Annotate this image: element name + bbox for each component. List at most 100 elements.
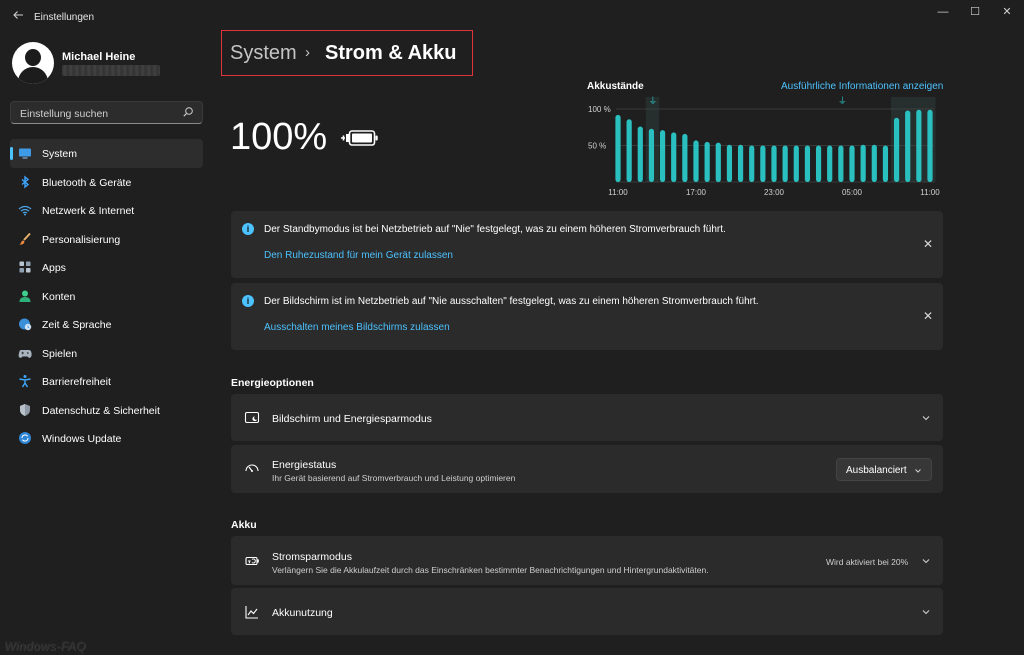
dropdown-value: Ausbalanciert [846, 465, 907, 476]
y-tick-label: 100 % [588, 105, 611, 114]
row-subtitle: Ihr Gerät basierend auf Stromverbrauch u… [272, 473, 516, 483]
row-subtitle: Verlängern Sie die Akkulaufzeit durch da… [272, 565, 709, 575]
sidebar-item-label: Personalisierung [42, 233, 121, 246]
active-indicator [10, 147, 13, 160]
chevron-down-icon[interactable] [921, 607, 931, 617]
chart-bar [849, 145, 855, 182]
sidebar-item-privacy-security[interactable]: Datenschutz & Sicherheit [10, 396, 203, 425]
chart-title: Akkustände [587, 81, 644, 92]
breadcrumb-parent[interactable]: System [230, 42, 297, 65]
chart-bar [782, 145, 788, 182]
maximize-button[interactable]: ☐ [960, 4, 990, 20]
globe-clock-icon [19, 318, 32, 331]
screen-sleep-icon [244, 411, 260, 424]
breadcrumb-separator: › [305, 44, 310, 61]
chart-bar [726, 144, 733, 182]
close-icon[interactable]: ✕ [922, 238, 934, 250]
chart-bar [871, 144, 877, 182]
sidebar-item-bluetooth[interactable]: Bluetooth & Geräte [10, 168, 203, 197]
power-mode-row: Energiestatus Ihr Gerät basierend auf St… [231, 445, 943, 493]
apps-icon [19, 261, 31, 273]
chart-bar [682, 133, 688, 182]
section-heading-energy: Energieoptionen [231, 377, 314, 389]
chevron-down-icon[interactable] [921, 556, 931, 566]
row-title: Akkunutzung [272, 607, 333, 619]
person-icon [19, 290, 31, 302]
chart-bar [771, 145, 777, 182]
minimize-button[interactable]: — [928, 4, 958, 20]
page-title: Strom & Akku [325, 42, 457, 64]
gamepad-icon [18, 349, 32, 358]
chart-bar [615, 114, 621, 182]
chevron-down-icon[interactable] [921, 413, 931, 423]
monitor-icon [19, 148, 31, 159]
sidebar-item-label: Apps [42, 262, 66, 274]
sidebar-item-label: Zeit & Sprache [42, 319, 112, 331]
battery-percent: 100% [230, 116, 328, 158]
sidebar-item-label: Datenschutz & Sicherheit [42, 404, 160, 417]
charging-plug-icon: ⏚ [648, 96, 657, 107]
sidebar-item-personalization[interactable]: Personalisierung [10, 225, 203, 254]
battery-level-chart: 100 % 50 % ⏚ ⏚ 11:00 17:00 23:00 05:00 11:00 [588, 96, 940, 197]
chart-bar [927, 109, 933, 182]
sidebar-item-label: System [42, 148, 78, 160]
chart-bar [659, 130, 666, 182]
chart-bar [905, 110, 911, 182]
search-box[interactable]: Einstellung suchen [10, 101, 203, 124]
notice-card-display: i Der Bildschirm ist im Netzbetrieb auf … [231, 283, 943, 350]
avatar[interactable] [12, 42, 54, 84]
row-title: Bildschirm und Energiesparmodus [272, 413, 432, 425]
screen-sleep-row[interactable]: Bildschirm und Energiesparmodus [231, 394, 943, 441]
chart-bar [804, 145, 811, 182]
battery-saver-row[interactable]: Stromsparmodus Verlängern Sie die Akkula… [231, 536, 943, 585]
profile-email-redacted [62, 65, 160, 76]
notice-text: Der Standbymodus ist bei Netzbetrieb auf… [264, 224, 726, 235]
accessibility-icon [19, 375, 31, 388]
chart-bar [749, 145, 755, 182]
chart-bar [882, 145, 889, 182]
gauge-icon [245, 464, 259, 472]
brush-icon [19, 232, 31, 245]
notice-link[interactable]: Ausschalten meines Bildschirms zulassen [264, 322, 450, 333]
search-input[interactable]: Einstellung suchen [20, 108, 108, 120]
search-icon[interactable] [182, 106, 194, 118]
close-window-button[interactable]: ✕ [992, 4, 1022, 20]
chart-bar [916, 109, 922, 182]
power-mode-dropdown[interactable]: Ausbalanciert [836, 458, 932, 481]
notice-link[interactable]: Den Ruhezustand für mein Gerät zulassen [264, 250, 453, 261]
close-icon[interactable]: ✕ [922, 310, 934, 322]
x-tick-label: 17:00 [686, 188, 707, 197]
chart-bar [693, 140, 699, 182]
usage-chart-icon [245, 606, 258, 619]
sidebar-item-label: Netzwerk & Internet [42, 205, 135, 217]
battery-usage-row[interactable]: Akkunutzung [231, 588, 943, 635]
bluetooth-icon [21, 175, 30, 188]
back-arrow-icon[interactable] [8, 8, 28, 26]
sidebar-item-accounts[interactable]: Konten [10, 282, 203, 311]
sidebar-item-accessibility[interactable]: Barrierefreiheit [10, 367, 203, 396]
chart-bar [737, 144, 744, 182]
sidebar-nav: System Bluetooth & Geräte Netzwerk & Int… [10, 139, 203, 453]
battery-details-link[interactable]: Ausführliche Informationen anzeigen [781, 81, 943, 92]
chart-bar [827, 145, 833, 182]
settings-window: Einstellungen — ☐ ✕ Michael Heine Einste… [0, 0, 1024, 655]
info-icon: i [242, 223, 254, 235]
chart-bar [671, 132, 677, 182]
chart-bar [793, 145, 799, 182]
watermark: Windows-FAQ [4, 639, 86, 653]
chart-bar [815, 145, 822, 182]
row-title: Energiestatus [272, 459, 337, 471]
y-tick-label: 50 % [588, 142, 606, 151]
notice-text: Der Bildschirm ist im Netzbetrieb auf "N… [264, 296, 759, 307]
sidebar-item-system[interactable]: System [10, 139, 203, 168]
sidebar-item-label: Barrierefreiheit [42, 376, 111, 388]
sidebar-item-network[interactable]: Netzwerk & Internet [10, 196, 203, 225]
sidebar-item-gaming[interactable]: Spielen [10, 339, 203, 368]
chart-bar [860, 144, 866, 182]
sidebar-item-time-language[interactable]: Zeit & Sprache [10, 310, 203, 339]
shield-icon [20, 403, 30, 416]
sidebar-item-windows-update[interactable]: Windows Update [10, 424, 203, 453]
sidebar-item-label: Windows Update [42, 433, 122, 445]
sidebar-item-apps[interactable]: Apps [10, 253, 203, 282]
info-icon: i [242, 295, 254, 307]
